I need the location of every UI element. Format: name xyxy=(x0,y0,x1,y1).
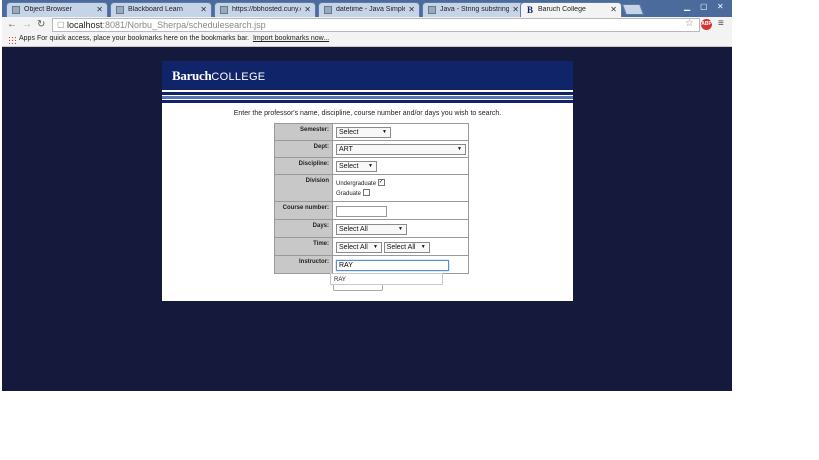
maximize-icon[interactable]: ▢ xyxy=(700,2,708,11)
logo-sub: COLLEGE xyxy=(211,71,266,83)
division-option-graduate: Graduate xyxy=(336,189,467,199)
close-icon[interactable]: ✕ xyxy=(200,5,207,14)
division-label: Division xyxy=(274,174,333,202)
time-from-value: Select All xyxy=(339,243,368,251)
bookmarks-hint: For quick access, place your bookmarks h… xyxy=(37,35,250,42)
minimize-icon[interactable]: ▁ xyxy=(684,2,690,11)
close-icon[interactable]: ✕ xyxy=(304,5,311,14)
dropdown-arrow-icon: ▼ xyxy=(420,243,426,250)
discipline-label: Discipline: xyxy=(274,157,333,175)
semester-label: Semester: xyxy=(274,123,333,141)
adblock-icon[interactable]: ABP xyxy=(701,19,712,30)
page-icon xyxy=(12,6,20,14)
baruch-b-icon: B xyxy=(526,5,533,15)
discipline-select[interactable]: Select ▼ xyxy=(336,161,377,172)
dept-value: ART xyxy=(339,146,353,153)
close-icon[interactable]: ✕ xyxy=(610,5,617,14)
tab-object-browser[interactable]: Object Browser ✕ xyxy=(6,2,108,17)
tab-title: https://bbhosted.cuny.edu xyxy=(232,6,301,13)
division-option-undergraduate: Undergraduate ✓ xyxy=(336,179,467,189)
instructor-input[interactable]: RAY xyxy=(336,259,449,271)
new-tab-button[interactable] xyxy=(621,4,645,15)
dept-select[interactable]: ART ▼ xyxy=(336,144,466,155)
tab-java-substring[interactable]: Java - String substring() M ✕ xyxy=(422,2,524,17)
close-icon[interactable]: ✕ xyxy=(408,5,415,14)
graduate-checkbox[interactable] xyxy=(362,189,370,197)
menu-icon[interactable]: ≡ xyxy=(718,18,724,29)
reload-icon[interactable]: ↻ xyxy=(37,19,45,30)
search-form: Semester: Select ▼ Dept: ART ▼ Discipline:… xyxy=(274,123,469,274)
dept-label: Dept: xyxy=(274,140,333,158)
star-icon[interactable]: ☆ xyxy=(685,18,694,29)
header-banner: BaruchCOLLEGE xyxy=(162,61,573,90)
course-number-input[interactable] xyxy=(336,205,387,217)
graduate-label: Graduate xyxy=(336,190,362,197)
close-icon[interactable]: ✕ xyxy=(512,5,519,14)
days-label: Days: xyxy=(274,219,333,238)
intro-text: Enter the professor's name, discipline, … xyxy=(233,110,502,117)
stack-icon xyxy=(324,6,332,14)
dropdown-arrow-icon: ▼ xyxy=(368,163,373,169)
undergraduate-checkbox[interactable]: ✓ xyxy=(377,179,385,187)
blackboard-icon xyxy=(116,6,124,14)
semester-value: Select xyxy=(339,129,359,136)
tab-title: Blackboard Learn xyxy=(128,6,183,13)
dropdown-arrow-icon: ▼ xyxy=(457,146,462,152)
dropdown-arrow-icon: ▼ xyxy=(382,129,387,135)
tab-title: Baruch College xyxy=(538,6,586,13)
autocomplete-suggestion[interactable]: RAY xyxy=(330,273,443,285)
import-bookmarks-link[interactable]: Import bookmarks now... xyxy=(253,35,329,42)
tab-title: Java - String substring() M xyxy=(440,6,509,13)
apps-link[interactable]: Apps xyxy=(19,35,35,42)
tab-blackboard[interactable]: Blackboard Learn ✕ xyxy=(110,2,212,17)
tab-baruch-college[interactable]: B Baruch College ✕ xyxy=(520,2,622,18)
header-stripes xyxy=(162,90,573,103)
tab-title: Object Browser xyxy=(24,6,72,13)
course-number-label: Course number: xyxy=(274,201,333,220)
time-label: Time: xyxy=(274,237,333,256)
undergraduate-label: Undergraduate xyxy=(336,180,377,187)
time-from-select[interactable]: Select All ▼ xyxy=(336,241,382,253)
address-host: localhost xyxy=(67,20,103,30)
semester-select[interactable]: Select ▼ xyxy=(336,127,391,138)
instructor-label: Instructor: xyxy=(274,255,333,274)
discipline-value: Select xyxy=(339,163,359,170)
days-value: Select All xyxy=(339,225,368,233)
page-icon xyxy=(220,6,228,14)
tab-strip: Object Browser ✕ Blackboard Learn ✕ http… xyxy=(2,0,732,18)
browser-window: Object Browser ✕ Blackboard Learn ✕ http… xyxy=(2,0,732,391)
baruch-logo: BaruchCOLLEGE xyxy=(172,68,265,84)
forward-icon[interactable]: → xyxy=(22,19,32,30)
address-path: :8081/Norbu_Sherpa/schedulesearch.jsp xyxy=(102,20,266,30)
close-icon[interactable]: ✕ xyxy=(96,5,103,14)
tab-title: datetime - Java Simple Da xyxy=(336,6,405,13)
apps-grid-icon[interactable] xyxy=(8,36,16,44)
tab-bbhosted[interactable]: https://bbhosted.cuny.edu ✕ xyxy=(214,2,316,17)
page-icon xyxy=(428,6,436,14)
time-to-select[interactable]: Select All ▼ xyxy=(383,241,430,253)
time-to-value: Select All xyxy=(386,243,416,251)
days-select[interactable]: Select All ▼ xyxy=(336,223,407,235)
tab-datetime[interactable]: datetime - Java Simple Da ✕ xyxy=(318,2,420,17)
dropdown-arrow-icon: ▼ xyxy=(373,243,378,250)
bookmarks-bar: Apps For quick access, place your bookma… xyxy=(2,34,732,47)
back-icon[interactable]: ← xyxy=(7,19,17,30)
browser-toolbar: ← → ↻ ▢ localhost:8081/Norbu_Sherpa/sche… xyxy=(2,17,732,34)
close-window-icon[interactable]: ✕ xyxy=(717,2,724,11)
address-bar[interactable]: ▢ localhost:8081/Norbu_Sherpa/schedulese… xyxy=(52,18,700,32)
logo-main: Baruch xyxy=(172,68,212,83)
dropdown-arrow-icon: ▼ xyxy=(398,225,403,232)
page-content: BaruchCOLLEGE Enter the professor's name… xyxy=(162,61,573,301)
page-info-icon[interactable]: ▢ xyxy=(57,19,65,31)
